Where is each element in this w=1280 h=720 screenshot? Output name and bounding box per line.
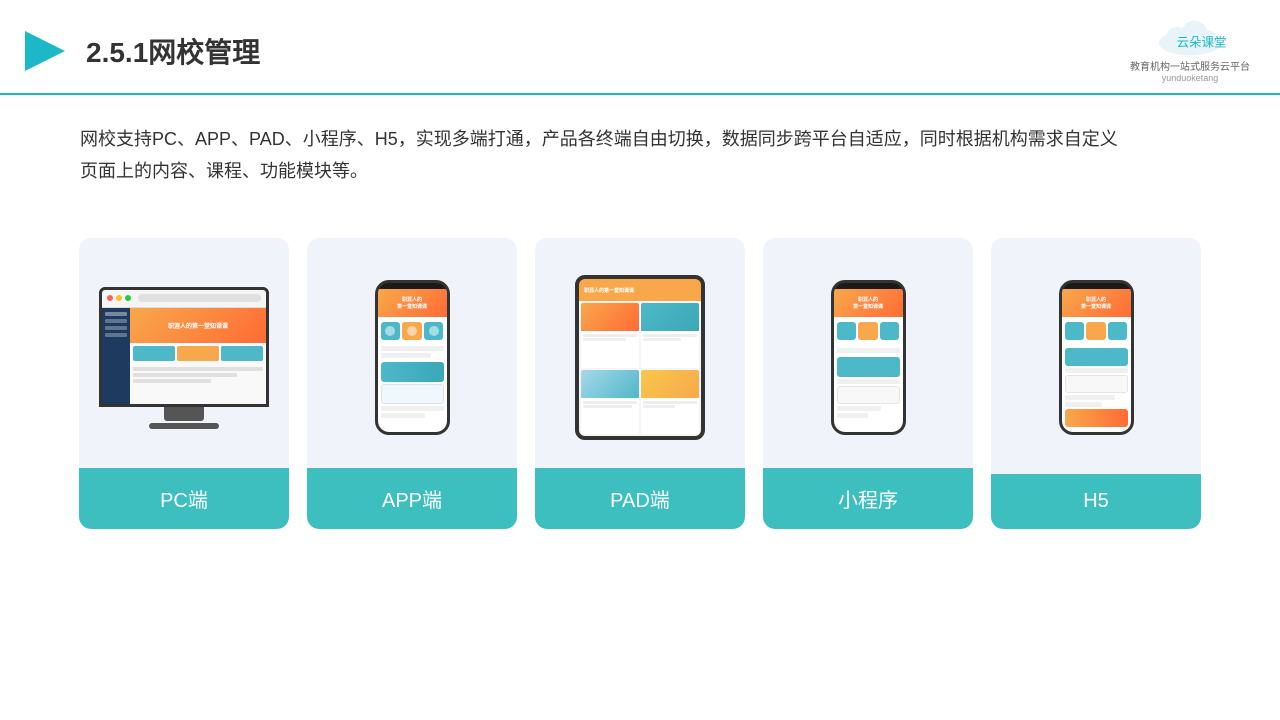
description-content: 网校支持PC、APP、PAD、小程序、H5，实现多端打通，产品各终端自由切换，数… [80, 123, 1130, 188]
card-h5: 职涯人的第一堂知课课 [991, 238, 1201, 529]
svg-text:云朵课堂: 云朵课堂 [1177, 35, 1227, 49]
miniapp-image: 职涯人的第一堂知课课 [778, 258, 958, 458]
phone-mockup-h5: 职涯人的第一堂知课课 [1059, 280, 1134, 435]
logo-tagline: 教育机构一站式服务云平台 [1130, 58, 1250, 73]
card-pc: 职涯人的第一堂知课课 [79, 238, 289, 529]
card-pad: 职涯人的第一堂知课课 [535, 238, 745, 529]
phone-mockup-mini: 职涯人的第一堂知课课 [831, 280, 906, 435]
header: 2.5.1网校管理 云朵课堂 教育机构一站式服务云平台 yunduoketang [0, 0, 1280, 95]
pc-base [149, 423, 219, 429]
logo-url: yunduoketang [1162, 73, 1219, 83]
label-app: APP端 [307, 468, 517, 529]
label-pc: PC端 [79, 468, 289, 529]
pad-image: 职涯人的第一堂知课课 [550, 258, 730, 458]
play-icon [20, 26, 70, 76]
tablet-body: 职涯人的第一堂知课课 [575, 275, 705, 440]
phone-body-h5: 职涯人的第一堂知课课 [1059, 280, 1134, 435]
pc-mockup: 职涯人的第一堂知课课 [99, 287, 269, 429]
logo-area: 云朵课堂 教育机构一站式服务云平台 yunduoketang [1130, 18, 1250, 83]
tablet-top-bar: 职涯人的第一堂知课课 [579, 279, 701, 301]
phone-body-app: 职涯人的第一堂知课课 [375, 280, 450, 435]
pc-stand [164, 407, 204, 421]
card-miniapp: 职涯人的第一堂知课课 [763, 238, 973, 529]
pc-monitor: 职涯人的第一堂知课课 [99, 287, 269, 407]
h5-image: 职涯人的第一堂知课课 [1006, 258, 1186, 458]
page-title: 2.5.1网校管理 [86, 31, 260, 71]
label-h5: H5 [991, 474, 1201, 529]
phone-body-mini: 职涯人的第一堂知课课 [831, 280, 906, 435]
label-miniapp: 小程序 [763, 468, 973, 529]
tablet-mockup: 职涯人的第一堂知课课 [575, 275, 705, 440]
description-text: 网校支持PC、APP、PAD、小程序、H5，实现多端打通，产品各终端自由切换，数… [0, 95, 1280, 198]
cards-container: 职涯人的第一堂知课课 [0, 208, 1280, 549]
phone-mockup-app: 职涯人的第一堂知课课 [375, 280, 450, 435]
cloud-logo-icon: 云朵课堂 [1150, 18, 1230, 58]
tablet-screen: 职涯人的第一堂知课课 [579, 279, 701, 436]
header-left: 2.5.1网校管理 [20, 26, 260, 76]
pc-image: 职涯人的第一堂知课课 [94, 258, 274, 458]
label-pad: PAD端 [535, 468, 745, 529]
app-image: 职涯人的第一堂知课课 [322, 258, 502, 458]
card-app: 职涯人的第一堂知课课 [307, 238, 517, 529]
